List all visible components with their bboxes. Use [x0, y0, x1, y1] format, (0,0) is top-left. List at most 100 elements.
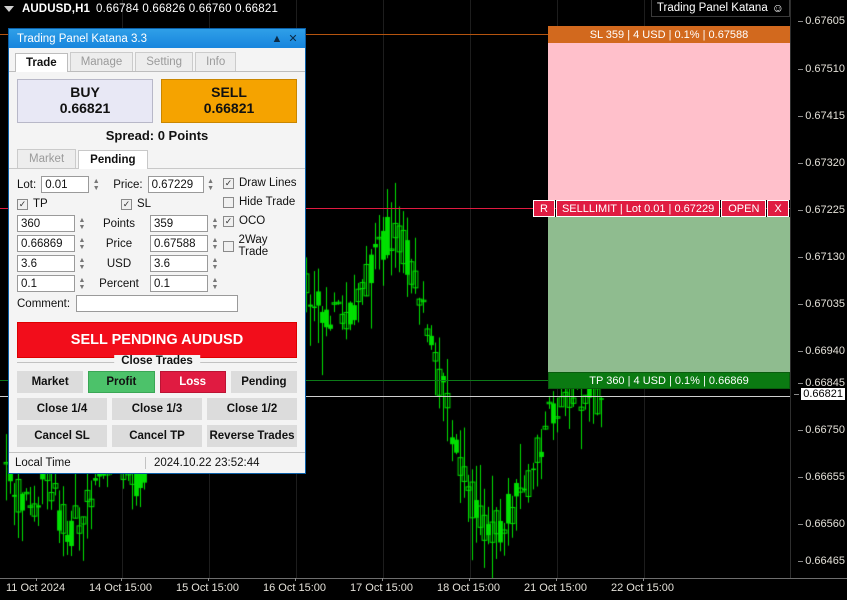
order-tab-market[interactable]: Market [17, 149, 77, 169]
partial-close-row[interactable]: Close 1/4 Close 1/3 Close 1/2 [17, 398, 297, 421]
time-scale[interactable]: 11 Oct 2024 14 Oct 15:00 15 Oct 15:00 16 Oc… [0, 578, 847, 600]
order-tab-pending[interactable]: Pending [78, 150, 148, 170]
trading-panel[interactable]: Trading Panel Katana 3.3 ▲ ✕ Trade Manage… [8, 28, 306, 475]
sl-points-input[interactable] [150, 215, 208, 233]
checkbox-icon[interactable] [223, 240, 234, 252]
tp-percent-stepper[interactable]: ▲▼ [17, 275, 88, 293]
local-time-label: Local Time [15, 457, 71, 470]
tp-sl-value-grid[interactable]: ▲▼ Points ▲▼ ▲▼ Price ▲▼ ▲▼ USD ▲▼ ▲▼ Percent ▲▼ [17, 215, 218, 293]
checkbox-icon[interactable] [223, 177, 234, 189]
collapse-icon[interactable]: ▲ [269, 33, 285, 45]
stop-loss-label-text: SL 359 | 4 USD | 0.1% | 0.67588 [589, 28, 749, 41]
tp-usd-input[interactable] [17, 255, 75, 273]
comment-input[interactable] [76, 295, 239, 313]
sl-points-stepper[interactable]: ▲▼ [150, 215, 221, 233]
checkbox-icon[interactable] [223, 215, 234, 227]
spinner-arrows[interactable]: ▲ ▼ [209, 235, 221, 252]
button-reverse-trades[interactable]: Reverse Trades [207, 425, 297, 448]
button-cancel-tp[interactable]: Cancel TP [112, 425, 202, 448]
row-label-percent: Percent [99, 277, 139, 290]
checkbox-icon[interactable] [121, 198, 132, 210]
tp-points-input[interactable] [17, 215, 75, 233]
sell-label: SELL [211, 84, 247, 100]
lot-stepper[interactable]: ▲▼ [41, 176, 102, 194]
tp-checkbox[interactable]: TP [17, 198, 121, 210]
order-close-button[interactable]: X [767, 200, 789, 217]
spinner-arrows[interactable]: ▲ ▼ [76, 215, 88, 232]
option-hide-trade[interactable]: Hide Trade [223, 196, 297, 208]
panel-statusbar: Local Time 2024.10.22 23:52:44 [9, 452, 305, 473]
take-profit-label[interactable]: TP 360 | 4 USD | 0.1% | 0.66869 [548, 372, 790, 389]
tab-manage[interactable]: Manage [69, 52, 134, 71]
option-oco[interactable]: OCO [223, 215, 297, 227]
take-profit-reward-zone [548, 217, 790, 372]
close-icon[interactable]: ✕ [285, 32, 301, 45]
tab-setting[interactable]: Setting [135, 52, 194, 71]
button-profit[interactable]: Profit [88, 371, 155, 394]
option-draw-lines[interactable]: Draw Lines [223, 177, 297, 189]
spinner-arrows[interactable]: ▲ ▼ [76, 235, 88, 252]
tp-points-stepper[interactable]: ▲▼ [17, 215, 88, 233]
panel-name-badge: Trading Panel Katana ☺ [650, 0, 790, 17]
tp-usd-stepper[interactable]: ▲▼ [17, 255, 88, 273]
tp-percent-input[interactable] [17, 275, 75, 293]
sell-button[interactable]: SELL 0.66821 [161, 79, 297, 124]
order-reverse-handle[interactable]: R [533, 200, 555, 217]
sl-usd-input[interactable] [150, 255, 208, 273]
button-loss[interactable]: Loss [159, 371, 226, 394]
close-filter-row[interactable]: Market Profit Loss Pending [17, 371, 297, 394]
sell-pending-button[interactable]: SELL PENDING AUDUSD [17, 322, 297, 359]
cancel-row[interactable]: Cancel SL Cancel TP Reverse Trades [17, 425, 297, 448]
button-close-1-3[interactable]: Close 1/3 [112, 398, 202, 421]
button-market[interactable]: Market [17, 371, 84, 394]
checkbox-icon[interactable] [223, 196, 234, 208]
tab-trade[interactable]: Trade [15, 53, 68, 72]
panel-titlebar[interactable]: Trading Panel Katana 3.3 ▲ ✕ [9, 29, 305, 48]
buy-button[interactable]: BUY 0.66821 [17, 79, 153, 124]
sl-percent-stepper[interactable]: ▲▼ [150, 275, 221, 293]
sl-checkbox[interactable]: SL [121, 198, 151, 210]
buy-price: 0.66821 [59, 99, 111, 116]
chevron-down-icon[interactable] [4, 6, 14, 12]
price-spinner-arrows[interactable]: ▲ ▼ [205, 176, 217, 193]
button-pending[interactable]: Pending [230, 371, 297, 394]
lot-input[interactable] [41, 176, 90, 194]
sl-checkbox-label: SL [137, 198, 152, 211]
button-cancel-sl[interactable]: Cancel SL [17, 425, 107, 448]
sl-usd-stepper[interactable]: ▲▼ [150, 255, 221, 273]
sell-price: 0.66821 [203, 99, 255, 116]
order-type-tabs[interactable]: Market Pending [9, 149, 305, 170]
button-close-1-2[interactable]: Close 1/2 [207, 398, 297, 421]
stop-loss-label[interactable]: SL 359 | 4 USD | 0.1% | 0.67588 [548, 26, 790, 43]
option-2way-trade[interactable]: 2Way Trade [223, 234, 297, 258]
order-form: Lot: ▲▼ Price: ▲▼ TP SL [9, 169, 305, 316]
spinner-arrows[interactable]: ▲ ▼ [76, 275, 88, 292]
button-close-1-4[interactable]: Close 1/4 [17, 398, 107, 421]
time-tick: 17 Oct 15:00 [350, 578, 413, 594]
sl-price-input[interactable] [150, 235, 208, 253]
checkbox-icon[interactable] [17, 198, 28, 210]
tab-info[interactable]: Info [195, 52, 237, 71]
spinner-arrows[interactable]: ▲ ▼ [209, 215, 221, 232]
price-tick: 0.66655 [798, 471, 845, 483]
sl-price-stepper[interactable]: ▲▼ [150, 235, 221, 253]
lot-spinner-arrows[interactable]: ▲ ▼ [90, 176, 102, 193]
spinner-arrows[interactable]: ▲ ▼ [76, 255, 88, 272]
sl-percent-input[interactable] [150, 275, 208, 293]
price-scale[interactable]: 0.67605 0.67510 0.67415 0.67320 0.67225 0.671… [790, 0, 847, 578]
pending-order-label[interactable]: R SELLLIMIT | Lot 0.01 | 0.67229 OPEN X [533, 200, 789, 217]
spinner-arrows[interactable]: ▲ ▼ [209, 255, 221, 272]
price-tick: 0.67035 [798, 298, 845, 310]
tp-price-input[interactable] [17, 235, 75, 253]
row-label-usd: USD [106, 257, 132, 270]
price-tick: 0.67130 [798, 251, 845, 263]
tp-price-stepper[interactable]: ▲▼ [17, 235, 88, 253]
order-open-button[interactable]: OPEN [721, 200, 767, 217]
order-options[interactable]: Draw Lines Hide Trade OCO 2Way Trade [223, 176, 297, 312]
price-stepper[interactable]: ▲▼ [147, 176, 217, 194]
time-tick: 18 Oct 15:00 [437, 578, 500, 594]
option-label: Hide Trade [239, 196, 296, 209]
panel-tabs[interactable]: Trade Manage Setting Info [9, 48, 305, 72]
spinner-arrows[interactable]: ▲ ▼ [209, 275, 221, 292]
price-input[interactable] [147, 176, 204, 194]
